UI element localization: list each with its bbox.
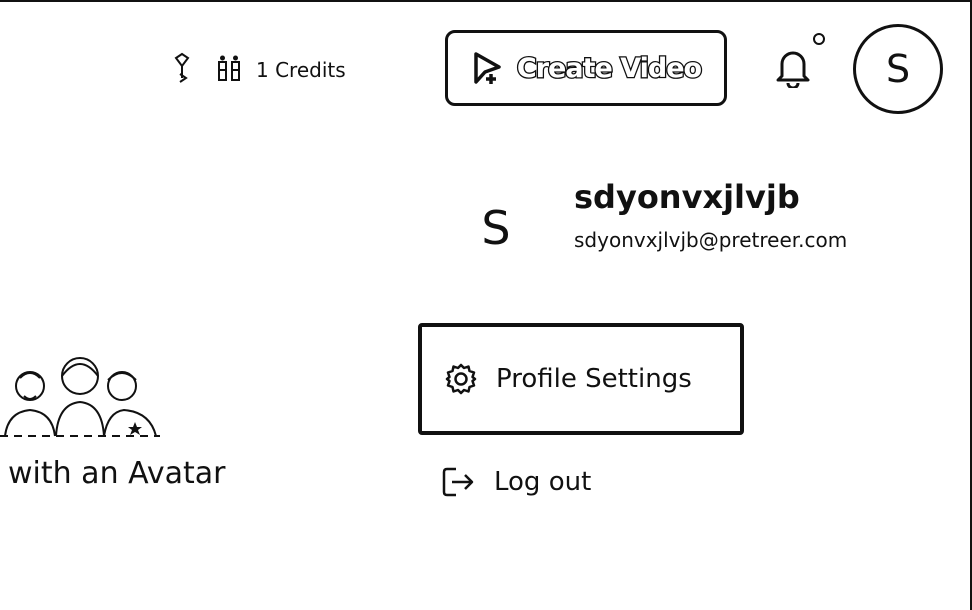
credits-label: 1 Credits [256,58,346,82]
create-video-button[interactable]: Create Video [445,30,727,106]
notifications-button[interactable] [774,46,812,92]
avatar-initial: S [885,47,911,91]
profile-settings-menu-item[interactable]: Profile Settings [418,323,744,435]
user-avatar-button[interactable]: S [853,24,943,114]
profile-avatar: S [470,198,522,258]
profile-username: sdyonvxjlvjb [574,178,800,216]
coin-stack-icon [216,52,244,88]
diamond-icon [170,52,194,88]
profile-email: sdyonvxjlvjb@pretreer.com [574,228,848,252]
promo-caption: with an Avatar [8,456,226,491]
create-video-label: Create Video [516,51,704,85]
profile-settings-label: Profile Settings [496,364,692,394]
notification-indicator-dot [813,33,825,45]
bell-icon [774,46,812,88]
logout-label: Log out [494,467,592,497]
logout-menu-item[interactable]: Log out [440,460,591,504]
gear-icon [444,362,478,396]
video-plus-icon [471,50,505,86]
window-top-border [0,0,972,2]
logout-icon [440,465,476,499]
avatar-group-illustration [0,352,165,446]
credits-indicator[interactable]: 1 Credits [170,52,346,88]
profile-initial: S [481,201,511,255]
